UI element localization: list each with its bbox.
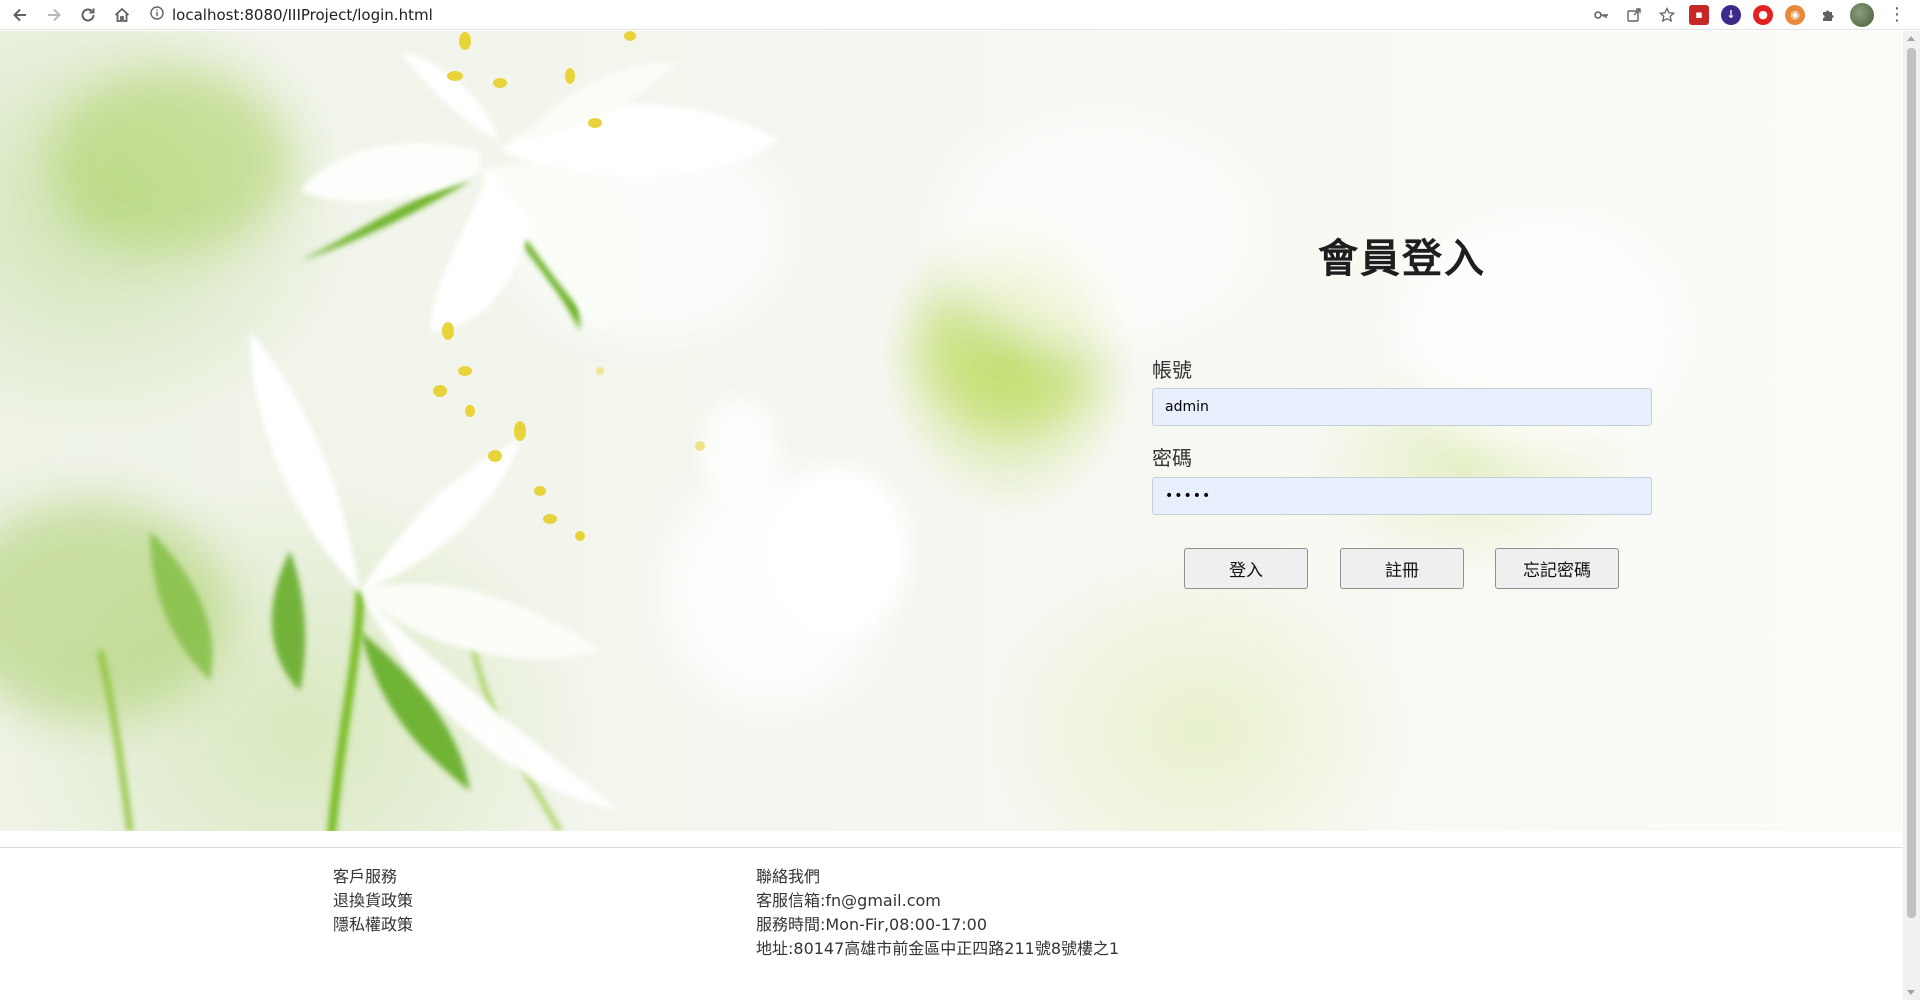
address-bar[interactable]: localhost:8080/IIIProject/login.html: [150, 3, 1570, 27]
scrollbar-thumb[interactable]: [1907, 48, 1916, 918]
password-label: 密碼: [1152, 446, 1192, 470]
login-panel: 會員登入 帳號 密碼 登入 註冊 忘記密碼: [1152, 31, 1652, 831]
footer-divider: [0, 847, 1903, 848]
footer-contact-address: 地址:80147高雄市前金區中正四路211號8號樓之1: [756, 939, 1120, 958]
url-text: localhost:8080/IIIProject/login.html: [172, 5, 433, 24]
footer-service-links: 客戶服務 退換貨政策 隱私權政策: [333, 865, 413, 937]
account-input[interactable]: [1152, 388, 1652, 426]
browser-toolbar: localhost:8080/IIIProject/login.html ▪ ↓…: [0, 0, 1920, 30]
extension-icon[interactable]: ◉: [1785, 4, 1805, 25]
home-icon[interactable]: [108, 2, 136, 28]
back-icon[interactable]: [6, 2, 34, 28]
extension-icon[interactable]: ↓: [1721, 4, 1741, 25]
login-button[interactable]: 登入: [1184, 548, 1308, 589]
info-icon[interactable]: [150, 5, 164, 24]
share-icon[interactable]: [1623, 4, 1645, 26]
account-label: 帳號: [1152, 358, 1192, 382]
password-input[interactable]: [1152, 477, 1652, 515]
footer-link-privacy-policy[interactable]: 隱私權政策: [333, 913, 413, 937]
menu-icon[interactable]: ⋮: [1888, 5, 1906, 24]
register-button[interactable]: 註冊: [1340, 548, 1464, 589]
footer-contact-heading: 聯絡我們: [756, 867, 821, 886]
extension-icon[interactable]: ▪: [1689, 4, 1709, 25]
hero-background: 會員登入 帳號 密碼 登入 註冊 忘記密碼: [0, 31, 1903, 831]
footer-link-return-policy[interactable]: 退換貨政策: [333, 889, 413, 913]
extension-icon[interactable]: ●: [1753, 4, 1773, 25]
footer-contact-email: 客服信箱:fn@gmail.com: [756, 891, 941, 910]
footer-link-customer-service[interactable]: 客戶服務: [333, 865, 413, 889]
scroll-down-icon[interactable]: [1907, 990, 1915, 995]
puzzle-icon[interactable]: [1817, 4, 1839, 26]
page-title: 會員登入: [1318, 236, 1486, 282]
forgot-password-button[interactable]: 忘記密碼: [1495, 548, 1619, 589]
scroll-up-icon[interactable]: [1907, 36, 1915, 41]
star-icon[interactable]: [1656, 4, 1678, 26]
forward-icon[interactable]: [40, 2, 68, 28]
avatar[interactable]: [1850, 2, 1874, 27]
footer-contact-hours: 服務時間:Mon-Fir,08:00-17:00: [756, 915, 988, 934]
footer-contact: 聯絡我們 客服信箱:fn@gmail.com 服務時間:Mon-Fir,08:0…: [756, 865, 1119, 961]
page-scrollbar[interactable]: [1903, 31, 1920, 1000]
key-icon[interactable]: [1590, 4, 1612, 26]
reload-icon[interactable]: [74, 2, 102, 28]
